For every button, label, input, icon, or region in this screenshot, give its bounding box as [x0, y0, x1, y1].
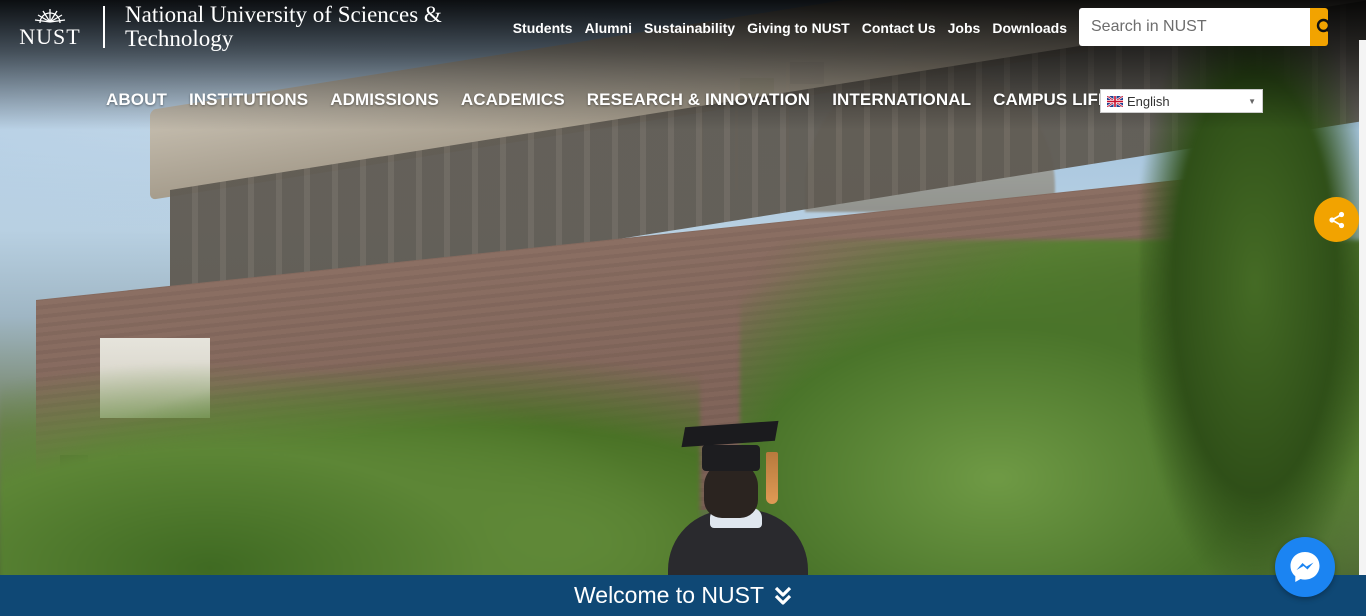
utility-nav: Students Alumni Sustainability Giving to… — [513, 20, 1067, 36]
nav-international[interactable]: INTERNATIONAL — [832, 90, 971, 110]
logo-text: NUST — [19, 24, 81, 49]
hero-image — [0, 0, 1366, 575]
dropdown-caret-icon: ▼ — [1248, 96, 1256, 106]
link-sustainability[interactable]: Sustainability — [644, 20, 735, 36]
welcome-bar[interactable]: Welcome to NUST — [0, 575, 1366, 616]
nav-admissions[interactable]: ADMISSIONS — [330, 90, 439, 110]
share-icon — [1328, 211, 1344, 228]
main-nav: ABOUT INSTITUTIONS ADMISSIONS ACADEMICS … — [106, 90, 1109, 110]
page-scroll-edge — [1359, 40, 1366, 575]
logo-divider — [103, 6, 105, 48]
link-giving[interactable]: Giving to NUST — [747, 20, 850, 36]
uk-flag-icon — [1107, 95, 1123, 107]
language-label: English — [1127, 93, 1170, 109]
double-chevron-down-icon — [774, 586, 792, 606]
search-box — [1079, 8, 1328, 46]
nust-logo[interactable]: NUST — [14, 8, 86, 50]
university-name[interactable]: National University of Sciences & Techno… — [125, 3, 485, 51]
sun-emblem-icon — [34, 9, 66, 24]
messenger-chat-button[interactable] — [1275, 537, 1335, 597]
link-alumni[interactable]: Alumni — [585, 20, 632, 36]
link-jobs[interactable]: Jobs — [948, 20, 981, 36]
language-select[interactable]: English ▼ — [1100, 89, 1263, 113]
welcome-label: Welcome to NUST — [573, 582, 764, 608]
nav-academics[interactable]: ACADEMICS — [461, 90, 565, 110]
nav-about[interactable]: ABOUT — [106, 90, 167, 110]
search-icon — [1316, 18, 1328, 33]
link-contact[interactable]: Contact Us — [862, 20, 936, 36]
nav-research-innovation[interactable]: RESEARCH & INNOVATION — [587, 90, 810, 110]
share-button[interactable] — [1314, 197, 1359, 242]
graduation-cap — [702, 445, 760, 471]
nav-institutions[interactable]: INSTITUTIONS — [189, 90, 308, 110]
search-button[interactable] — [1310, 8, 1328, 46]
cap-tassel — [766, 452, 778, 504]
messenger-icon — [1290, 552, 1320, 582]
link-students[interactable]: Students — [513, 20, 573, 36]
nav-campus-life[interactable]: CAMPUS LIFE — [993, 90, 1109, 110]
trees — [0, 360, 700, 575]
link-downloads[interactable]: Downloads — [992, 20, 1067, 36]
search-input[interactable] — [1079, 8, 1310, 46]
